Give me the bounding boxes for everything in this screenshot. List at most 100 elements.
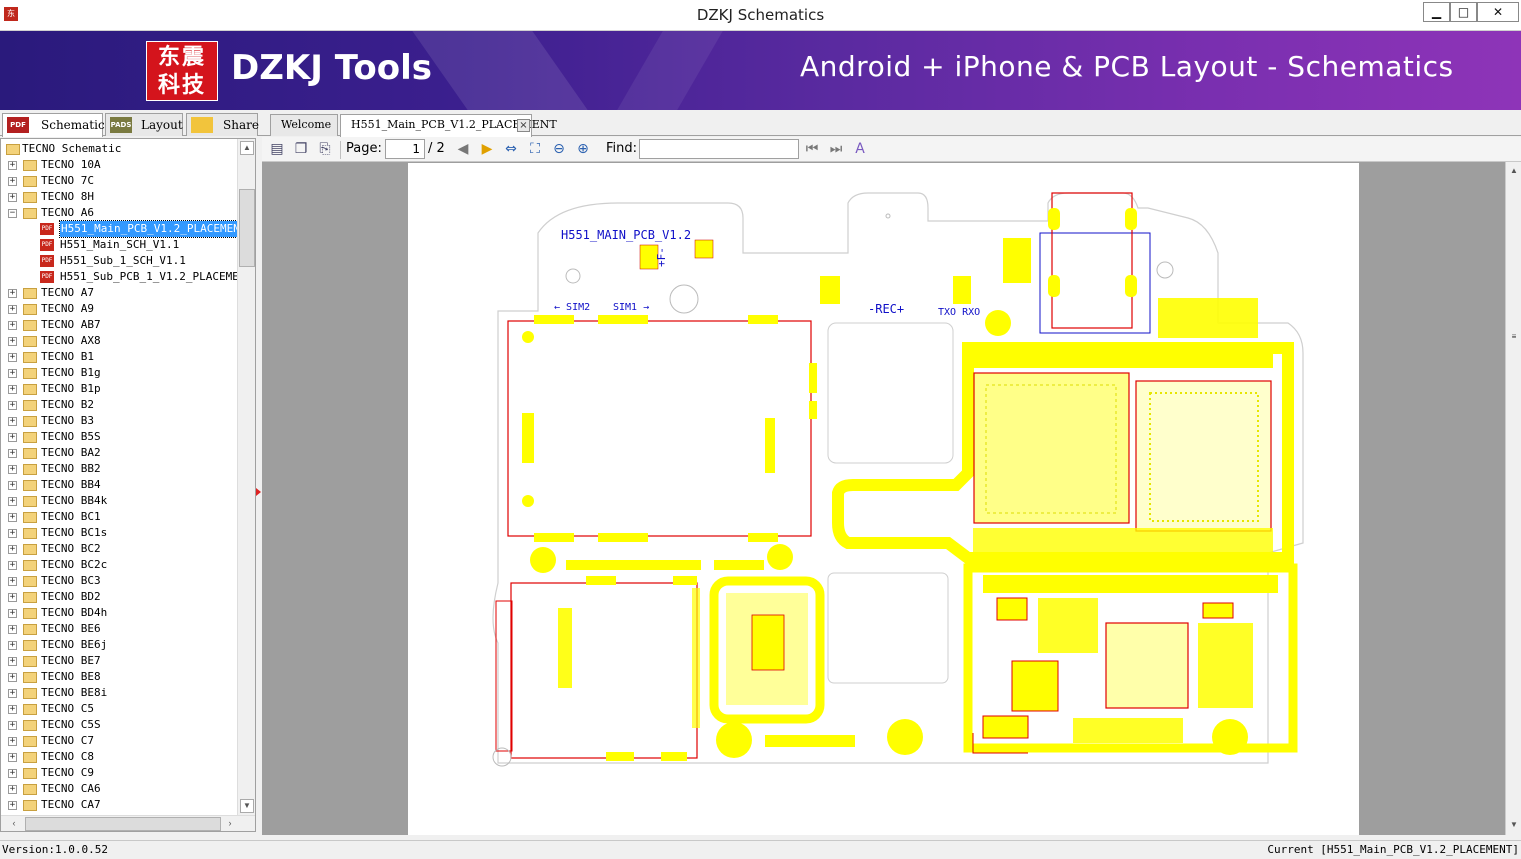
expand-icon[interactable]: + xyxy=(8,497,17,506)
folder-icon xyxy=(23,464,37,475)
pcb-placement-drawing: H551_MAIN_PCB_V1.2 +F- ← SIM2 SIM1 → -RE… xyxy=(492,192,1304,767)
folder-icon xyxy=(23,320,37,331)
expand-icon[interactable]: + xyxy=(8,753,17,762)
tab-schematic[interactable]: PDF Schematic xyxy=(2,113,105,137)
pads-icon: PADS xyxy=(110,117,132,133)
expand-icon[interactable]: + xyxy=(8,561,17,570)
expand-icon[interactable]: + xyxy=(8,673,17,682)
expand-icon[interactable]: + xyxy=(8,513,17,522)
fit-width-icon[interactable]: ⇔ xyxy=(502,140,520,158)
tree-item-label: TECNO A9 xyxy=(41,302,94,315)
folder-icon xyxy=(23,640,37,651)
minimize-button[interactable]: ▁ xyxy=(1423,2,1450,22)
highlight-icon[interactable]: A xyxy=(851,140,869,158)
expand-icon[interactable]: + xyxy=(8,385,17,394)
mounting-hole xyxy=(669,284,699,314)
tab-share[interactable]: Share xyxy=(186,113,259,136)
fit-page-icon[interactable]: ⛶ xyxy=(526,140,544,158)
collapse-arrow-icon[interactable] xyxy=(256,488,261,496)
expand-icon[interactable]: + xyxy=(8,593,17,602)
expand-icon[interactable]: + xyxy=(8,737,17,746)
pdf-file-icon: PDF xyxy=(40,271,54,283)
tree-item-label: TECNO AX8 xyxy=(41,334,101,347)
expand-icon[interactable]: + xyxy=(8,193,17,202)
banner-decoration xyxy=(617,31,723,110)
close-tab-icon[interactable]: × xyxy=(517,119,530,132)
expand-icon[interactable]: + xyxy=(8,577,17,586)
close-button[interactable]: ✕ xyxy=(1477,2,1519,22)
scroll-thumb[interactable] xyxy=(25,817,221,831)
tree-item-label: TECNO BC1 xyxy=(41,510,101,523)
page-total: / 2 xyxy=(428,141,445,156)
sim-pad xyxy=(534,533,574,542)
expand-icon[interactable]: + xyxy=(8,401,17,410)
usb-pad xyxy=(1125,275,1137,297)
expand-icon[interactable]: + xyxy=(8,177,17,186)
tree-vertical-scrollbar[interactable]: ▲ ▼ xyxy=(237,139,255,815)
find-input[interactable] xyxy=(639,139,799,159)
tab-layout[interactable]: PADS Layout xyxy=(105,113,183,136)
find-prev-icon[interactable]: ⏮ xyxy=(803,140,821,158)
expand-icon[interactable]: + xyxy=(8,801,17,810)
expand-icon[interactable]: + xyxy=(8,433,17,442)
expand-icon[interactable]: + xyxy=(8,721,17,730)
tree-item-label: TECNO C9 xyxy=(41,766,94,779)
expand-icon[interactable]: + xyxy=(8,529,17,538)
scroll-grip-icon[interactable]: ≡ xyxy=(1507,330,1521,344)
mounting-hole xyxy=(565,268,581,284)
tab-pcb-placement[interactable]: H551_Main_PCB_V1.2_PLACEMENT × xyxy=(340,114,557,137)
expand-icon[interactable]: + xyxy=(8,369,17,378)
export-icon[interactable]: ⎘ xyxy=(316,140,334,158)
passive-row xyxy=(566,560,701,570)
expand-icon[interactable]: + xyxy=(8,417,17,426)
tree-item-label: TECNO B1 xyxy=(41,350,94,363)
expand-icon[interactable]: + xyxy=(8,785,17,794)
expand-icon[interactable]: + xyxy=(8,609,17,618)
expand-icon[interactable]: + xyxy=(8,321,17,330)
expand-icon[interactable]: + xyxy=(8,769,17,778)
expand-icon[interactable]: + xyxy=(8,625,17,634)
expand-icon[interactable]: + xyxy=(8,161,17,170)
zoom-in-icon[interactable]: ⊕ xyxy=(574,140,592,158)
viewer-vertical-scrollbar[interactable]: ▲ ≡ ▼ xyxy=(1505,162,1521,835)
scroll-thumb[interactable] xyxy=(239,189,255,267)
expand-icon[interactable]: + xyxy=(8,449,17,458)
scroll-left-icon[interactable]: ‹ xyxy=(7,817,21,831)
tree-item-label: H551_Sub_1_SCH_V1.1 xyxy=(60,254,186,267)
folder-icon xyxy=(23,704,37,715)
copy-icon[interactable]: ❐ xyxy=(292,140,310,158)
expand-icon[interactable]: + xyxy=(8,337,17,346)
scroll-down-icon[interactable]: ▼ xyxy=(240,799,254,813)
page-number-input[interactable]: 1 xyxy=(385,139,425,159)
prev-page-icon[interactable]: ◀ xyxy=(454,140,472,158)
connector-pins xyxy=(558,608,572,688)
document-viewer[interactable]: H551_MAIN_PCB_V1.2 +F- ← SIM2 SIM1 → -RE… xyxy=(262,162,1505,835)
expand-icon[interactable]: + xyxy=(8,705,17,714)
folder-icon xyxy=(23,448,37,459)
scroll-down-icon[interactable]: ▼ xyxy=(1507,818,1521,832)
maximize-button[interactable]: □ xyxy=(1450,2,1477,22)
expand-icon[interactable]: + xyxy=(8,481,17,490)
expand-icon[interactable]: + xyxy=(8,545,17,554)
expand-icon[interactable]: + xyxy=(8,289,17,298)
open-icon[interactable]: ▤ xyxy=(268,140,286,158)
tab-welcome[interactable]: Welcome xyxy=(270,114,338,136)
expand-icon[interactable]: + xyxy=(8,305,17,314)
scroll-right-icon[interactable]: › xyxy=(223,817,237,831)
scroll-up-icon[interactable]: ▲ xyxy=(1507,164,1521,178)
expand-icon[interactable]: + xyxy=(8,353,17,362)
screw-pad-h05 xyxy=(767,544,793,570)
tree-item-label: TECNO A6 xyxy=(41,206,94,219)
scroll-up-icon[interactable]: ▲ xyxy=(240,141,254,155)
zoom-out-icon[interactable]: ⊖ xyxy=(550,140,568,158)
tree-horizontal-scrollbar[interactable]: ‹ › xyxy=(1,815,255,831)
expand-icon[interactable]: + xyxy=(8,641,17,650)
expand-icon[interactable]: + xyxy=(8,689,17,698)
collapse-icon[interactable]: − xyxy=(8,209,17,218)
connector-pad xyxy=(661,752,687,761)
expand-icon[interactable]: + xyxy=(8,465,17,474)
tree-item-label: TECNO B5S xyxy=(41,430,101,443)
find-next-icon[interactable]: ⏭ xyxy=(827,140,845,158)
expand-icon[interactable]: + xyxy=(8,657,17,666)
next-page-icon[interactable]: ▶ xyxy=(478,140,496,158)
